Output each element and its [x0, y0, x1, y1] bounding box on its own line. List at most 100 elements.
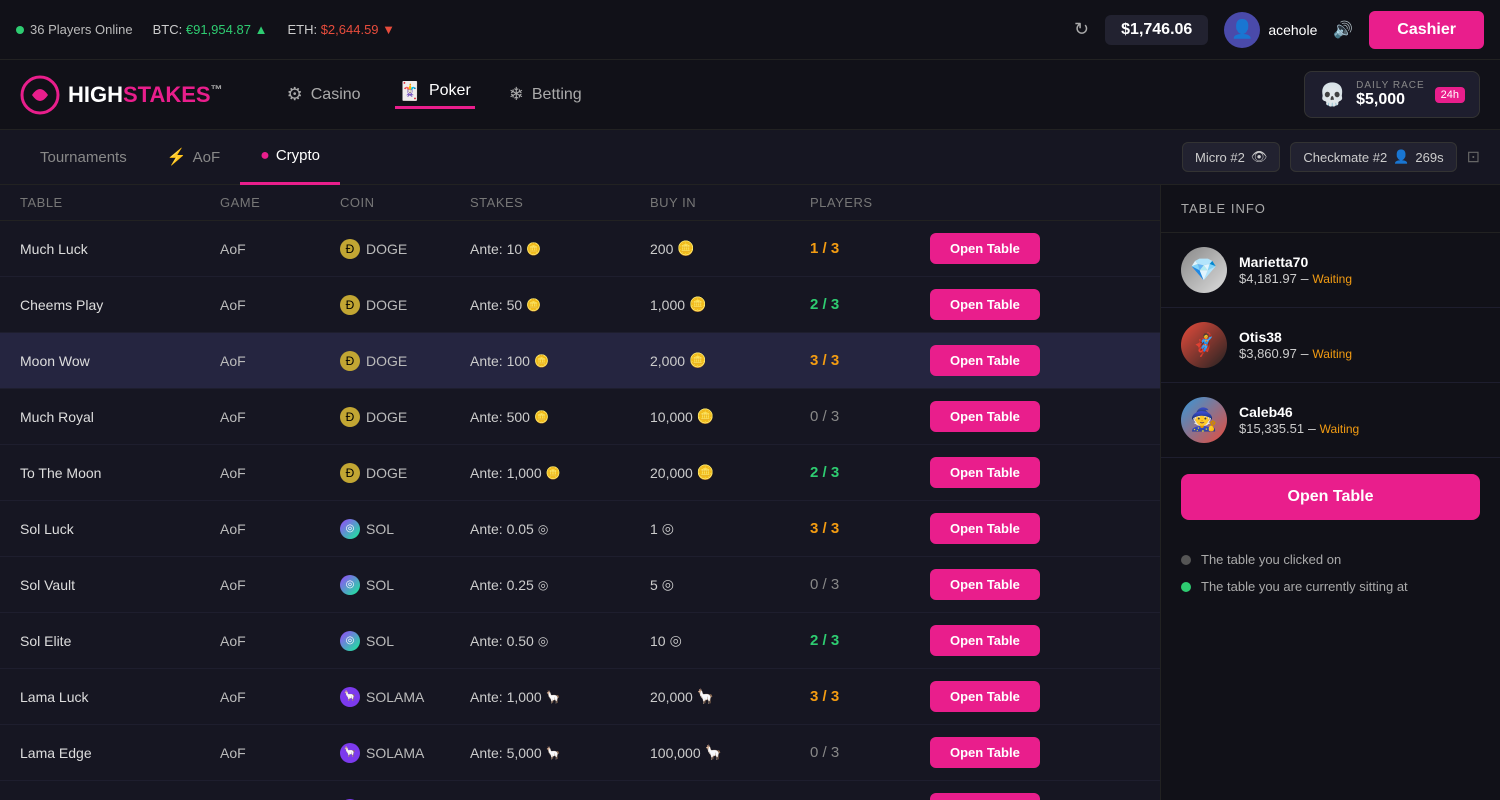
- buyin-coin-icon: ◎: [670, 632, 682, 649]
- table-row[interactable]: Much Royal AoF Ð DOGE Ante: 500 🪙 10,000…: [0, 389, 1160, 445]
- table-header: Table Game Coin Stakes Buy In Players: [0, 185, 1160, 221]
- table-name: Lama Luck: [20, 689, 220, 705]
- table-row[interactable]: Cheems Play AoF Ð DOGE Ante: 50 🪙 1,000 …: [0, 277, 1160, 333]
- sound-icon[interactable]: 🔊: [1333, 20, 1353, 40]
- table-name: Lama Edge: [20, 745, 220, 761]
- players-count: 3 / 3: [810, 352, 930, 369]
- race-skull-icon: 💀: [1319, 82, 1346, 108]
- players-count: 1 / 3: [810, 240, 930, 257]
- open-table-button[interactable]: Open Table: [930, 233, 1040, 264]
- table-row[interactable]: Moon Wow AoF Ð DOGE Ante: 100 🪙 2,000 🪙 …: [0, 333, 1160, 389]
- checkmate-badge: Checkmate #2 👤 269s: [1290, 142, 1456, 172]
- sub-nav-aof[interactable]: ⚡ AoF: [147, 130, 240, 185]
- stakes-cell: Ante: 100 🪙: [470, 353, 650, 369]
- open-table-big-button[interactable]: Open Table: [1181, 474, 1480, 520]
- coin-cell: ◎ SOL: [340, 519, 470, 539]
- open-table-button[interactable]: Open Table: [930, 401, 1040, 432]
- stake-coin-icon: ◎: [538, 522, 548, 536]
- coin-cell: Ð DOGE: [340, 463, 470, 483]
- aof-icon: ⚡: [167, 147, 187, 167]
- open-table-button[interactable]: Open Table: [930, 289, 1040, 320]
- nav-betting[interactable]: ❄ Betting: [505, 84, 586, 105]
- table-row[interactable]: Lama Royale AoF 🦙 SOLAMA Ante: 10,000 🦙 …: [0, 781, 1160, 800]
- refresh-button[interactable]: ↻: [1074, 19, 1089, 40]
- betting-icon: ❄: [509, 84, 524, 105]
- doge-coin-icon: Ð: [340, 463, 360, 483]
- table-game: AoF: [220, 633, 340, 649]
- table-name: Sol Vault: [20, 577, 220, 593]
- cashier-button[interactable]: Cashier: [1369, 11, 1484, 49]
- coin-cell: Ð DOGE: [340, 239, 470, 259]
- open-table-button[interactable]: Open Table: [930, 793, 1040, 800]
- legend-dot-gray: [1181, 555, 1191, 565]
- btc-price: BTC: €91,954.87 ▲: [153, 22, 268, 37]
- buyin-cell: 1,000 🪙: [650, 296, 810, 313]
- sol-coin-icon: ◎: [340, 631, 360, 651]
- table-game: AoF: [220, 241, 340, 257]
- player-list: 💎 Marietta70 $4,181.97 – Waiting 🦸 Otis3…: [1161, 233, 1500, 458]
- coin-cell: 🦙 SOLAMA: [340, 743, 470, 763]
- buyin-cell: 10,000 🪙: [650, 408, 810, 425]
- solama-coin-icon: 🦙: [340, 687, 360, 707]
- player-avatar: 🦸: [1181, 322, 1227, 368]
- table-row[interactable]: Lama Luck AoF 🦙 SOLAMA Ante: 1,000 🦙 20,…: [0, 669, 1160, 725]
- table-info-panel: Table Info 💎 Marietta70 $4,181.97 – Wait…: [1160, 185, 1500, 800]
- table-game: AoF: [220, 577, 340, 593]
- sub-nav-crypto[interactable]: ● Crypto: [240, 130, 340, 185]
- players-count: 0 / 3: [810, 744, 930, 761]
- player-balance: $15,335.51: [1239, 421, 1304, 436]
- sub-nav-tournaments[interactable]: Tournaments: [20, 130, 147, 185]
- table-game: AoF: [220, 297, 340, 313]
- stake-coin-icon: 🪙: [526, 242, 541, 256]
- expand-icon[interactable]: ⊡: [1467, 147, 1480, 167]
- player-name: Marietta70: [1239, 254, 1480, 270]
- race-info: DAILY RACE $5,000: [1356, 80, 1425, 109]
- buyin-cell: 20,000 🦙: [650, 688, 810, 705]
- table-row[interactable]: Sol Vault AoF ◎ SOL Ante: 0.25 ◎ 5 ◎ 0 /…: [0, 557, 1160, 613]
- players-count: 3 / 3: [810, 688, 930, 705]
- table-rows-container: Much Luck AoF Ð DOGE Ante: 10 🪙 200 🪙 1 …: [0, 221, 1160, 800]
- table-row[interactable]: Lama Edge AoF 🦙 SOLAMA Ante: 5,000 🦙 100…: [0, 725, 1160, 781]
- table-row[interactable]: Sol Luck AoF ◎ SOL Ante: 0.05 ◎ 1 ◎ 3 / …: [0, 501, 1160, 557]
- table-game: AoF: [220, 745, 340, 761]
- open-table-button[interactable]: Open Table: [930, 513, 1040, 544]
- daily-race-widget[interactable]: 💀 DAILY RACE $5,000 24h: [1304, 71, 1480, 118]
- open-table-button[interactable]: Open Table: [930, 737, 1040, 768]
- doge-coin-icon: Ð: [340, 407, 360, 427]
- table-game: AoF: [220, 353, 340, 369]
- table-game: AoF: [220, 689, 340, 705]
- open-table-button[interactable]: Open Table: [930, 625, 1040, 656]
- open-table-button[interactable]: Open Table: [930, 569, 1040, 600]
- coin-cell: ◎ SOL: [340, 631, 470, 651]
- nav-bar: HIGHSTAKES™ ⚙ Casino 🃏 Poker ❄ Betting 💀…: [0, 60, 1500, 130]
- stake-coin-icon: 🪙: [534, 410, 549, 424]
- table-name: Sol Elite: [20, 633, 220, 649]
- top-bar-left: 36 Players Online BTC: €91,954.87 ▲ ETH:…: [16, 22, 1074, 37]
- buyin-coin-icon: 🦙: [705, 744, 722, 761]
- doge-coin-icon: Ð: [340, 295, 360, 315]
- buyin-coin-icon: 🪙: [697, 464, 714, 481]
- table-row[interactable]: Much Luck AoF Ð DOGE Ante: 10 🪙 200 🪙 1 …: [0, 221, 1160, 277]
- online-dot: [16, 26, 24, 34]
- stakes-cell: Ante: 0.05 ◎: [470, 521, 650, 537]
- players-count: 0 / 3: [810, 576, 930, 593]
- stake-coin-icon: 🦙: [546, 690, 561, 704]
- open-table-button[interactable]: Open Table: [930, 681, 1040, 712]
- table-row[interactable]: To The Moon AoF Ð DOGE Ante: 1,000 🪙 20,…: [0, 445, 1160, 501]
- nav-poker[interactable]: 🃏 Poker: [395, 81, 475, 109]
- stake-coin-icon: 🪙: [526, 298, 541, 312]
- table-name: Cheems Play: [20, 297, 220, 313]
- table-row[interactable]: Sol Elite AoF ◎ SOL Ante: 0.50 ◎ 10 ◎ 2 …: [0, 613, 1160, 669]
- stake-coin-icon: 🪙: [534, 354, 549, 368]
- eye-icon: 👁: [1251, 149, 1268, 165]
- col-table: Table: [20, 195, 220, 210]
- open-table-button[interactable]: Open Table: [930, 457, 1040, 488]
- nav-casino[interactable]: ⚙ Casino: [283, 84, 365, 105]
- table-name: Much Royal: [20, 409, 220, 425]
- micro-badge: Micro #2 👁: [1182, 142, 1280, 172]
- player-balance: $3,860.97: [1239, 346, 1297, 361]
- stakes-cell: Ante: 500 🪙: [470, 409, 650, 425]
- legend-section: The table you clicked on The table you a…: [1161, 536, 1500, 610]
- open-table-button[interactable]: Open Table: [930, 345, 1040, 376]
- sub-nav-right: Micro #2 👁 Checkmate #2 👤 269s ⊡: [1182, 142, 1480, 172]
